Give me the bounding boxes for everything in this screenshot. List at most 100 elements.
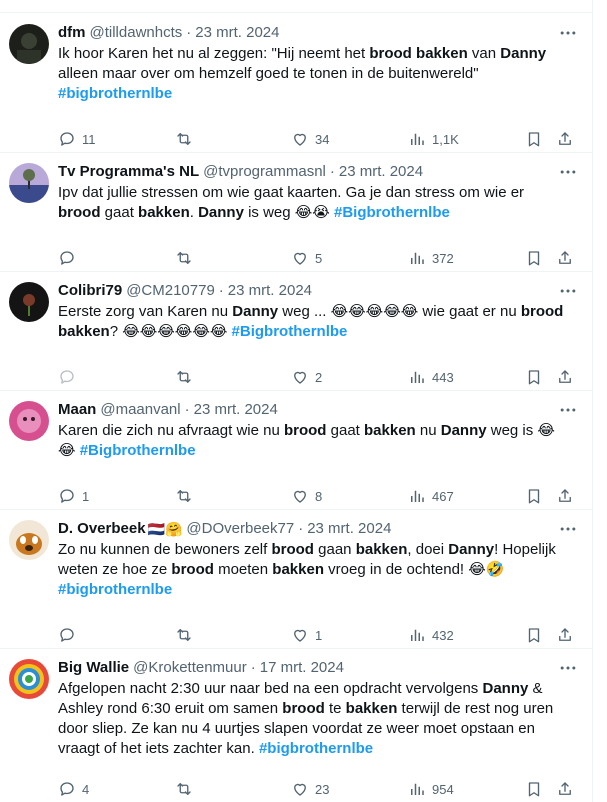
retweet-button[interactable] bbox=[175, 129, 199, 149]
reply-button[interactable] bbox=[58, 625, 82, 645]
highlighted-term: Danny bbox=[232, 303, 279, 320]
retweet-button[interactable] bbox=[175, 779, 199, 799]
reply-button[interactable]: 1 bbox=[58, 486, 89, 506]
views-button[interactable]: 467 bbox=[408, 486, 454, 506]
share-button[interactable] bbox=[556, 486, 574, 506]
views-button[interactable]: 443 bbox=[408, 367, 454, 387]
bookmark-button[interactable] bbox=[525, 248, 543, 268]
tweet-actions: 4 23 954 bbox=[58, 779, 578, 799]
tweet-date[interactable]: 23 mrt. 2024 bbox=[339, 162, 423, 182]
author-name[interactable]: D. Overbeek bbox=[58, 519, 146, 539]
retweet-button[interactable] bbox=[175, 367, 199, 387]
tweet-text-line: brood gaat bakken. Danny is weg 😂😭 #Bigb… bbox=[58, 203, 578, 223]
author-name[interactable]: Maan bbox=[58, 400, 96, 420]
avatar[interactable] bbox=[9, 401, 49, 441]
separator-dot: · bbox=[329, 163, 335, 180]
tweet-date[interactable]: 23 mrt. 2024 bbox=[194, 400, 278, 420]
text-segment: van bbox=[467, 45, 501, 62]
views-button[interactable]: 432 bbox=[408, 625, 454, 645]
text-segment: Zo nu kunnen de bewoners zelf bbox=[58, 541, 272, 558]
avatar[interactable] bbox=[9, 24, 49, 64]
text-segment: . bbox=[189, 204, 199, 221]
tweet[interactable]: Maan @maanvanl · 23 mrt. 2024 Karen die zich… bbox=[0, 390, 592, 510]
tweet-text: Afgelopen nacht 2:30 uur naar bed na een… bbox=[58, 679, 578, 759]
tweet-date[interactable]: 23 mrt. 2024 bbox=[228, 281, 312, 301]
more-options-icon[interactable] bbox=[558, 658, 578, 678]
tweet-header: D. Overbeek 🇳🇱🤗 @DOverbeek77 · 23 mrt. 2024 bbox=[58, 519, 578, 539]
tweet-date[interactable]: 23 mrt. 2024 bbox=[195, 23, 279, 43]
hashtag-link[interactable]: #Bigbrothernlbe bbox=[80, 442, 196, 459]
tweet-text-line: #bigbrothernlbe bbox=[58, 580, 578, 600]
share-button[interactable] bbox=[556, 625, 574, 645]
tweet[interactable]: Tv Programma's NL @tvprogrammasnl · 23 mrt.… bbox=[0, 152, 592, 272]
author-handle[interactable]: @Krokettenmuur bbox=[133, 658, 247, 678]
highlighted-term: Danny bbox=[198, 204, 244, 221]
share-button[interactable] bbox=[556, 779, 574, 799]
tweet[interactable]: D. Overbeek 🇳🇱🤗 @DOverbeek77 · 23 mrt. 2024 Z… bbox=[0, 509, 592, 649]
separator-dot: · bbox=[186, 24, 192, 41]
views-button[interactable]: 1,1K bbox=[408, 129, 459, 149]
tweet-date[interactable]: 17 mrt. 2024 bbox=[260, 658, 344, 678]
hashtag-link[interactable]: #bigbrothernlbe bbox=[58, 85, 172, 102]
more-options-icon[interactable] bbox=[558, 400, 578, 420]
retweet-button[interactable] bbox=[175, 248, 199, 268]
tweet[interactable]: Big Wallie @Krokettenmuur · 17 mrt. 2024 Afg… bbox=[0, 648, 592, 802]
more-options-icon[interactable] bbox=[558, 162, 578, 182]
avatar[interactable] bbox=[9, 659, 49, 699]
like-button[interactable]: 34 bbox=[291, 129, 329, 149]
share-button[interactable] bbox=[556, 248, 574, 268]
more-options-icon[interactable] bbox=[558, 281, 578, 301]
like-button[interactable]: 5 bbox=[291, 248, 322, 268]
share-button[interactable] bbox=[556, 367, 574, 387]
tweet-date[interactable]: 23 mrt. 2024 bbox=[307, 519, 391, 539]
author-name[interactable]: dfm bbox=[58, 23, 86, 43]
text-segment: is weg 😂😭 bbox=[243, 204, 334, 221]
hashtag-link[interactable]: #bigbrothernlbe bbox=[58, 581, 172, 598]
author-handle[interactable]: @CM210779 bbox=[126, 281, 215, 301]
tweet-content: dfm @tilldawnhcts · 23 mrt. 2024 Ik hoor Kar… bbox=[58, 23, 578, 104]
replies-count: 1 bbox=[82, 488, 90, 504]
tweet-text: Eerste zorg van Karen nu Danny weg ... 😂… bbox=[58, 302, 578, 342]
bookmark-icon bbox=[525, 249, 543, 267]
hashtag-link[interactable]: #Bigbrothernlbe bbox=[232, 323, 348, 340]
views-count: 467 bbox=[432, 488, 454, 504]
avatar[interactable] bbox=[9, 520, 49, 560]
hashtag-link[interactable]: #Bigbrothernlbe bbox=[334, 204, 450, 221]
more-options-icon[interactable] bbox=[558, 519, 578, 539]
reply-button[interactable]: 11 bbox=[58, 129, 96, 149]
tweet-text-line: vraagt of het iets zachter kan. #bigbrot… bbox=[58, 739, 578, 759]
like-button[interactable]: 23 bbox=[291, 779, 329, 799]
author-handle[interactable]: @tilldawnhcts bbox=[90, 23, 183, 43]
reply-button[interactable]: 4 bbox=[58, 779, 89, 799]
avatar[interactable] bbox=[9, 282, 49, 322]
author-handle[interactable]: @tvprogrammasnl bbox=[203, 162, 326, 182]
reply-icon bbox=[58, 626, 76, 644]
bookmark-button[interactable] bbox=[525, 779, 543, 799]
hashtag-link[interactable]: #bigbrothernlbe bbox=[259, 740, 373, 757]
retweet-button[interactable] bbox=[175, 625, 199, 645]
avatar[interactable] bbox=[9, 163, 49, 203]
views-button[interactable]: 954 bbox=[408, 779, 454, 799]
reply-button[interactable] bbox=[58, 248, 82, 268]
like-button[interactable]: 8 bbox=[291, 486, 322, 506]
highlighted-term: bakken bbox=[272, 561, 324, 578]
more-options-icon[interactable] bbox=[558, 23, 578, 43]
author-handle[interactable]: @maanvanl bbox=[100, 400, 180, 420]
bookmark-button[interactable] bbox=[525, 486, 543, 506]
tweet[interactable]: dfm @tilldawnhcts · 23 mrt. 2024 Ik hoor Kar… bbox=[0, 13, 592, 153]
author-handle[interactable]: @DOverbeek77 bbox=[186, 519, 294, 539]
author-name[interactable]: Tv Programma's NL bbox=[58, 162, 199, 182]
share-button[interactable] bbox=[556, 129, 574, 149]
reply-button[interactable] bbox=[58, 367, 82, 387]
author-name[interactable]: Colibri79 bbox=[58, 281, 122, 301]
like-button[interactable]: 1 bbox=[291, 625, 322, 645]
bookmark-button[interactable] bbox=[525, 367, 543, 387]
tweet-header: dfm @tilldawnhcts · 23 mrt. 2024 bbox=[58, 23, 578, 43]
author-name[interactable]: Big Wallie bbox=[58, 658, 129, 678]
bookmark-button[interactable] bbox=[525, 625, 543, 645]
views-button[interactable]: 372 bbox=[408, 248, 454, 268]
retweet-button[interactable] bbox=[175, 486, 199, 506]
bookmark-button[interactable] bbox=[525, 129, 543, 149]
like-button[interactable]: 2 bbox=[291, 367, 322, 387]
tweet[interactable]: Colibri79 @CM210779 · 23 mrt. 2024 Eerste zo… bbox=[0, 271, 592, 391]
